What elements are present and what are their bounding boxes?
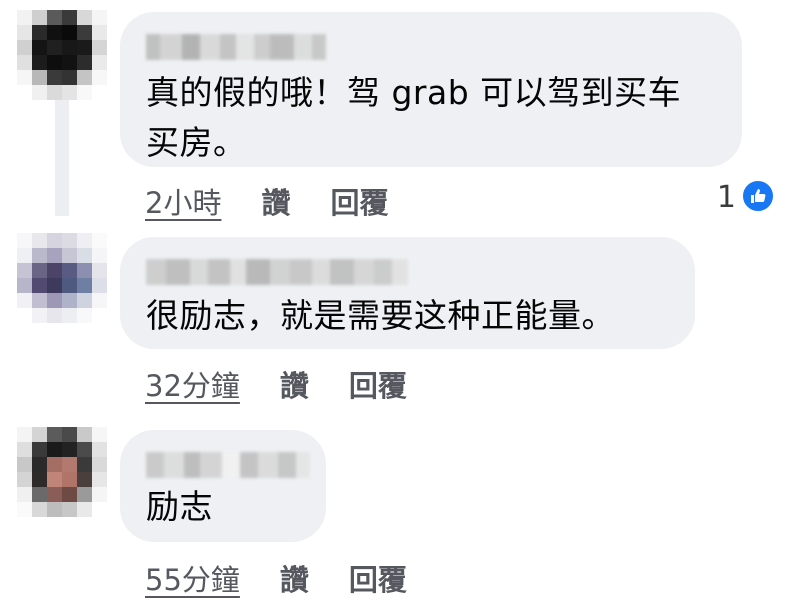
timestamp-link[interactable]: 55分鐘 <box>145 557 240 599</box>
comment-bubble: 很励志，就是需要这种正能量。 <box>120 237 695 349</box>
reply-button[interactable]: 回覆 <box>330 180 388 222</box>
comment-actions: 2小時 讚 回覆 <box>145 180 388 222</box>
reply-button[interactable]: 回覆 <box>349 363 407 405</box>
like-button[interactable]: 讚 <box>280 557 309 599</box>
comment-text: 很励志，就是需要这种正能量。 <box>146 296 615 335</box>
avatar[interactable] <box>17 233 107 323</box>
reply-button[interactable]: 回覆 <box>349 557 407 599</box>
commenter-name-blurred[interactable] <box>146 452 310 478</box>
thread-line <box>55 100 69 216</box>
comment-bubble: 真的假的哦！驾 grab 可以驾到买车 买房。 <box>120 12 742 167</box>
commenter-name-blurred[interactable] <box>146 259 408 285</box>
like-button[interactable]: 讚 <box>261 180 290 222</box>
timestamp-link[interactable]: 32分鐘 <box>145 363 240 405</box>
reaction-count[interactable]: 1 <box>717 180 736 215</box>
avatar[interactable] <box>17 427 107 517</box>
timestamp-link[interactable]: 2小時 <box>145 180 221 222</box>
comment-actions: 55分鐘 讚 回覆 <box>145 557 407 599</box>
like-button[interactable]: 讚 <box>280 363 309 405</box>
comment-bubble: 励志 <box>120 430 326 542</box>
comment-actions: 32分鐘 讚 回覆 <box>145 363 407 405</box>
thumbs-up-icon[interactable] <box>740 178 776 214</box>
comment-text: 励志 <box>146 487 213 526</box>
avatar[interactable] <box>17 10 107 100</box>
comment-text: 真的假的哦！驾 grab 可以驾到买车 买房。 <box>146 73 682 162</box>
commenter-name-blurred[interactable] <box>146 34 326 60</box>
